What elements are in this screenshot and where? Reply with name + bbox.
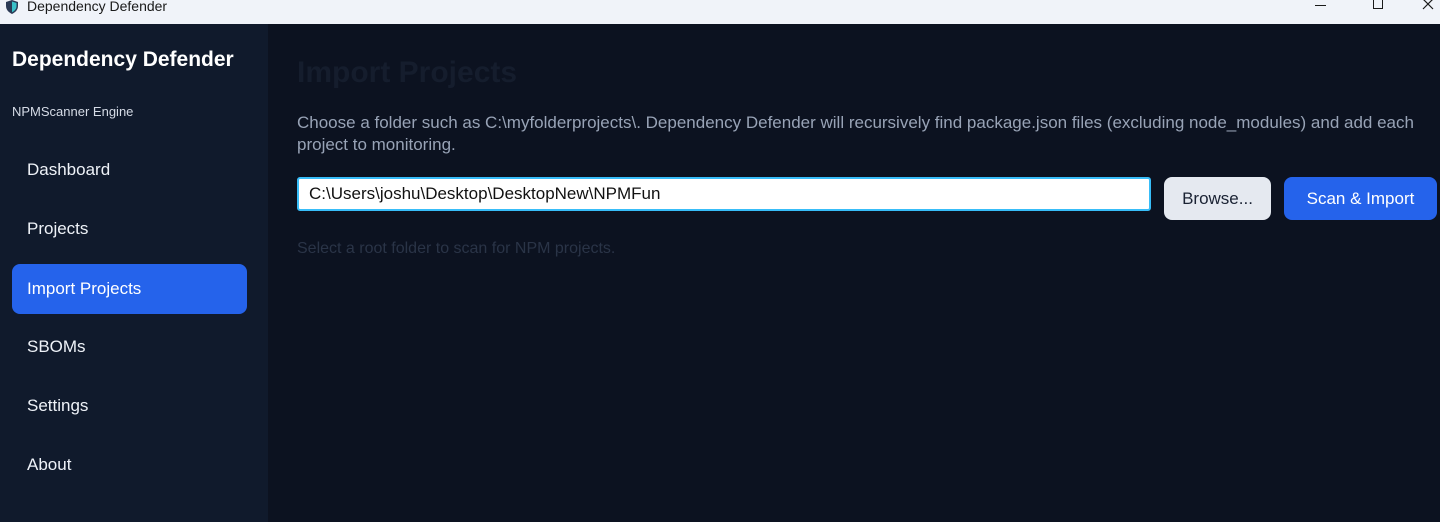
status-hint: Select a root folder to scan for NPM pro… [297,240,616,257]
window-title: Dependency Defender [27,0,168,14]
maximize-icon [1373,0,1383,9]
page-title: Import Projects [297,56,518,89]
close-icon [1422,0,1434,10]
browse-button[interactable]: Browse... [1164,177,1271,220]
main-content: Import Projects Choose a folder such as … [268,24,1440,522]
sidebar: Dependency Defender NPMScanner Engine Da… [0,24,268,522]
scan-import-button[interactable]: Scan & Import [1284,177,1437,220]
sidebar-item-projects[interactable]: Projects [12,204,247,254]
app-brand: Dependency Defender [12,48,234,71]
shield-icon [6,0,18,14]
sidebar-item-dashboard[interactable]: Dashboard [12,145,247,195]
minimize-button[interactable] [1297,0,1343,14]
sidebar-item-about[interactable]: About [12,440,247,490]
page-description: Choose a folder such as C:\myfolderproje… [297,113,1414,154]
sidebar-item-import-projects[interactable]: Import Projects [12,264,247,314]
close-button[interactable] [1416,0,1440,14]
maximize-button[interactable] [1355,0,1401,14]
folder-path-input[interactable] [297,177,1151,211]
window-title-bar: Dependency Defender [0,0,1440,24]
sidebar-item-sboms[interactable]: SBOMs [12,322,247,372]
sidebar-item-settings[interactable]: Settings [12,381,247,431]
minimize-icon [1315,5,1326,6]
engine-subtitle: NPMScanner Engine [12,104,134,119]
